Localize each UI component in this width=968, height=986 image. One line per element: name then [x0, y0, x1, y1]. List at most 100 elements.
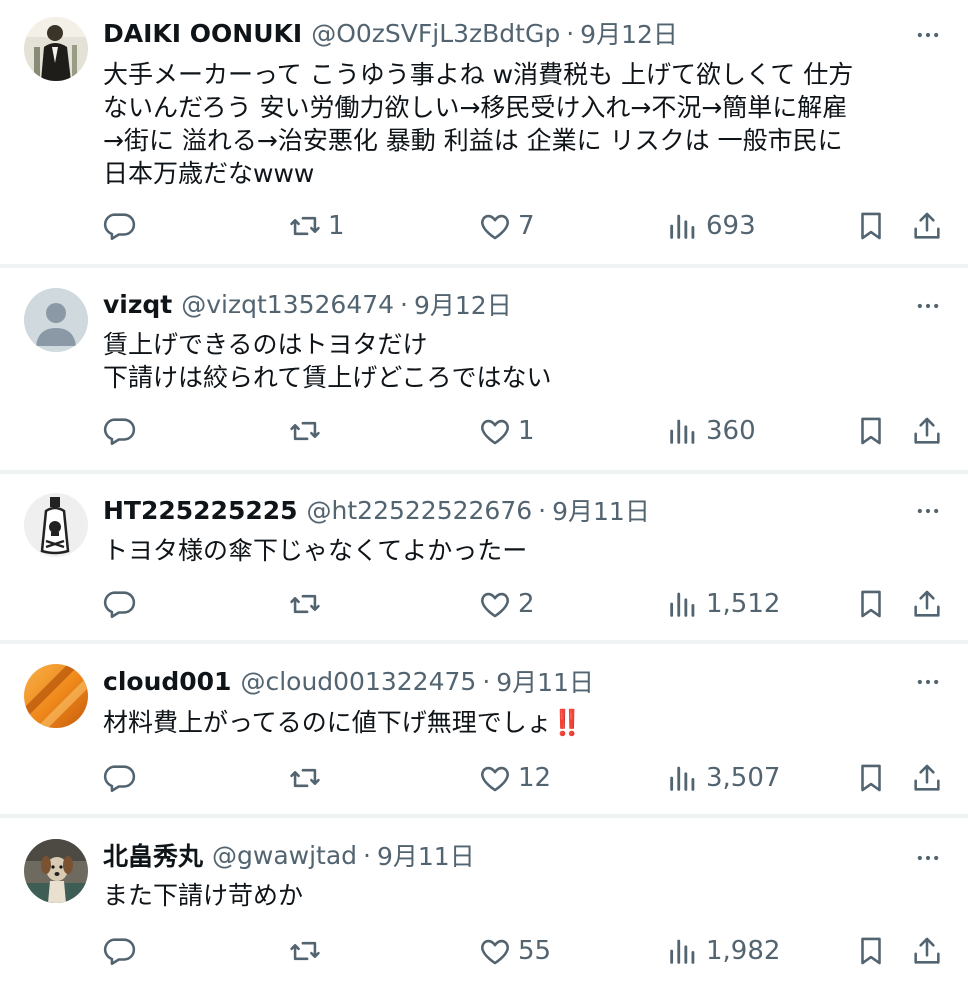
avatar[interactable]	[24, 17, 88, 81]
bookmark-icon	[861, 590, 881, 618]
reply-button[interactable]	[102, 758, 142, 798]
timestamp[interactable]: 9月11日	[496, 663, 594, 699]
heart-icon	[481, 419, 509, 445]
views-button[interactable]: 1,982	[666, 931, 780, 971]
tweet-daiki-oonuki[interactable]: DAIKI OONUKI @O0zSVFjL3zBdtGp · 9月12日 大手…	[0, 0, 968, 268]
more-icon	[917, 303, 939, 309]
tweet-header: 北畠秀丸 @gwawjtad · 9月11日	[103, 837, 888, 873]
display-name[interactable]: DAIKI OONUKI	[103, 19, 302, 48]
separator: ·	[538, 495, 547, 525]
display-name[interactable]: HT225225225	[103, 496, 298, 525]
text-line: 大手メーカーって こうゆう事よね w消費税も 上げて欲しくて 仕方	[103, 60, 854, 89]
more-options-button[interactable]	[910, 288, 946, 324]
user-handle[interactable]: @O0zSVFjL3zBdtGp	[311, 19, 560, 48]
like-count: 2	[518, 589, 535, 619]
reply-button[interactable]	[102, 206, 142, 246]
tweet-kitabatake[interactable]: 北畠秀丸 @gwawjtad · 9月11日 また下請け苛めか 55 1,982	[0, 818, 968, 986]
heart-icon	[481, 214, 509, 240]
tweet-cloud001[interactable]: cloud001 @cloud001322475 · 9月11日 材料費上がって…	[0, 644, 968, 818]
action-bar: 1 360	[100, 411, 950, 451]
avatar[interactable]	[24, 493, 88, 557]
text-line: →街に 溢れる→治安悪化 暴動 利益は 企業に リスクは 一般市民に	[103, 126, 843, 155]
analytics-icon	[670, 419, 695, 444]
views-button[interactable]: 360	[666, 411, 756, 451]
timestamp[interactable]: 9月12日	[414, 286, 512, 322]
tweet-header: cloud001 @cloud001322475 · 9月11日	[103, 663, 888, 699]
like-count: 55	[518, 936, 552, 966]
share-button[interactable]	[910, 758, 944, 798]
timestamp[interactable]: 9月12日	[580, 15, 678, 51]
bookmark-button[interactable]	[854, 206, 888, 246]
separator: ·	[400, 289, 408, 319]
retweet-button[interactable]	[288, 931, 328, 971]
more-options-button[interactable]	[910, 17, 946, 53]
like-button[interactable]: 55	[478, 931, 551, 971]
more-icon	[917, 855, 939, 861]
retweet-button[interactable]	[288, 758, 328, 798]
share-button[interactable]	[910, 411, 944, 451]
dog-photo-icon	[24, 839, 88, 903]
bookmark-icon	[861, 212, 881, 240]
user-handle[interactable]: @vizqt13526474	[181, 290, 394, 319]
view-count: 360	[706, 416, 756, 446]
timestamp[interactable]: 9月11日	[377, 837, 475, 873]
views-button[interactable]: 693	[666, 206, 756, 246]
avatar[interactable]	[24, 288, 88, 352]
tweet-ht225225225[interactable]: HT225225225 @ht22522522676 · 9月11日 トヨタ様の…	[0, 474, 968, 644]
more-icon	[917, 508, 939, 514]
heart-icon	[481, 592, 509, 618]
more-options-button[interactable]	[910, 840, 946, 876]
like-button[interactable]: 12	[478, 758, 551, 798]
reply-feed: DAIKI OONUKI @O0zSVFjL3zBdtGp · 9月12日 大手…	[0, 0, 968, 986]
reply-button[interactable]	[102, 931, 142, 971]
action-bar: 12 3,507	[100, 758, 950, 798]
bookmark-button[interactable]	[854, 411, 888, 451]
timestamp[interactable]: 9月11日	[552, 492, 650, 528]
text-line: また下請け苛めか	[103, 881, 304, 910]
bookmark-button[interactable]	[854, 931, 888, 971]
bookmark-button[interactable]	[854, 758, 888, 798]
text-line: 賃上げできるのはトヨタだけ	[103, 330, 428, 359]
reply-icon	[103, 213, 136, 241]
share-icon	[914, 764, 940, 791]
share-button[interactable]	[910, 584, 944, 624]
tweet-vizqt[interactable]: vizqt @vizqt13526474 · 9月12日 賃上げできるのはトヨタ…	[0, 268, 968, 474]
tweet-text: トヨタ様の傘下じゃなくてよかったー	[103, 534, 928, 567]
display-name[interactable]: cloud001	[103, 667, 231, 696]
double-exclamation-emoji: ‼️	[551, 708, 583, 737]
user-handle[interactable]: @gwawjtad	[212, 841, 357, 870]
avatar[interactable]	[24, 664, 88, 728]
share-icon	[914, 937, 940, 964]
share-button[interactable]	[910, 931, 944, 971]
retweet-count: 1	[328, 211, 345, 241]
user-handle[interactable]: @cloud001322475	[240, 667, 476, 696]
bookmark-button[interactable]	[854, 584, 888, 624]
reply-button[interactable]	[102, 411, 142, 451]
avatar[interactable]	[24, 839, 88, 903]
analytics-icon	[670, 766, 695, 791]
retweet-button[interactable]	[288, 584, 328, 624]
like-button[interactable]: 7	[478, 206, 535, 246]
more-options-button[interactable]	[910, 493, 946, 529]
views-button[interactable]: 1,512	[666, 584, 780, 624]
like-button[interactable]: 2	[478, 584, 535, 624]
like-button[interactable]: 1	[478, 411, 535, 451]
text-content: 材料費上がってるのに値下げ無理でしょ	[103, 708, 552, 737]
more-icon	[917, 679, 939, 685]
reply-button[interactable]	[102, 584, 142, 624]
view-count: 1,512	[706, 589, 781, 619]
views-button[interactable]: 3,507	[666, 758, 780, 798]
view-count: 693	[706, 211, 756, 241]
display-name[interactable]: vizqt	[103, 290, 172, 319]
analytics-icon	[670, 939, 695, 964]
retweet-button[interactable]	[288, 411, 328, 451]
display-name[interactable]: 北畠秀丸	[103, 837, 203, 873]
share-button[interactable]	[910, 206, 944, 246]
more-options-button[interactable]	[910, 664, 946, 700]
tweet-text: また下請け苛めか	[103, 879, 928, 912]
user-handle[interactable]: @ht22522522676	[307, 496, 533, 525]
retweet-icon	[290, 941, 320, 961]
retweet-button[interactable]: 1	[288, 206, 345, 246]
heart-icon	[481, 766, 509, 792]
text-line: ないんだろう 安い労働力欲しい→移民受け入れ→不況→簡単に解雇	[103, 93, 848, 122]
